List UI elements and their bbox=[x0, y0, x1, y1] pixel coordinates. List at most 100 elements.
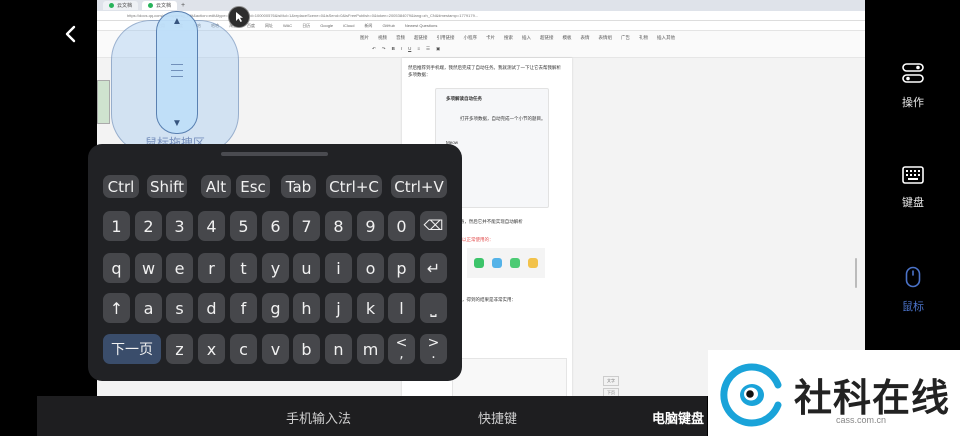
key-tab[interactable]: Tab bbox=[281, 175, 316, 198]
scroll-down-arrow-icon[interactable]: ▼ bbox=[157, 118, 197, 129]
key-g[interactable]: g bbox=[262, 293, 289, 323]
bookmark-item[interactable]: 日历 bbox=[302, 23, 310, 29]
tab-phone-input[interactable]: 手机输入法 bbox=[286, 408, 351, 427]
mouse-drag-area[interactable]: 鼠标拖拽区 ▲ ▼ bbox=[111, 11, 239, 154]
doc-scrollbar[interactable] bbox=[855, 258, 857, 288]
bookmark-item[interactable]: Google bbox=[320, 23, 333, 28]
doc-menu-item[interactable]: 插入 bbox=[522, 35, 531, 41]
browser-tab[interactable]: 云文档 bbox=[103, 1, 139, 10]
key-5[interactable]: 5 bbox=[230, 211, 257, 241]
doc-menu-item[interactable]: 视频 bbox=[378, 35, 387, 41]
scroll-wheel-control[interactable]: ▲ ▼ bbox=[156, 11, 198, 134]
bookmark-item[interactable]: GitHub bbox=[382, 23, 394, 28]
key-o[interactable]: o bbox=[357, 253, 384, 283]
key-c[interactable]: c bbox=[230, 334, 257, 364]
scroll-up-arrow-icon[interactable]: ▲ bbox=[157, 16, 197, 27]
key-t[interactable]: t bbox=[230, 253, 257, 283]
key-e[interactable]: e bbox=[166, 253, 193, 283]
tab-pc-keyboard[interactable]: 电脑键盘 bbox=[652, 408, 704, 427]
bookmark-item[interactable]: Newest Questions bbox=[405, 23, 437, 28]
doc-menu-item[interactable]: 表情组 bbox=[599, 35, 613, 41]
doc-menu-item[interactable]: 表情 bbox=[581, 35, 590, 41]
back-button[interactable] bbox=[58, 22, 82, 46]
align-icon[interactable]: ≡ bbox=[417, 46, 420, 52]
key-v[interactable]: v bbox=[262, 334, 289, 364]
italic-icon[interactable]: I bbox=[401, 46, 402, 52]
doc-menu-item[interactable]: 模板 bbox=[563, 35, 572, 41]
underline-icon[interactable]: U bbox=[408, 46, 411, 52]
key-ctrl-plus-c[interactable]: Ctrl+C bbox=[326, 175, 382, 198]
key-i[interactable]: i bbox=[325, 253, 352, 283]
key-w[interactable]: w bbox=[135, 253, 162, 283]
key-shift[interactable]: Shift bbox=[147, 175, 187, 198]
bookmark-item[interactable]: WAC bbox=[283, 23, 292, 28]
key-8[interactable]: 8 bbox=[325, 211, 352, 241]
key-y[interactable]: y bbox=[262, 253, 289, 283]
period-key[interactable]: > . bbox=[420, 334, 447, 364]
doc-menu-item[interactable]: 搜索 bbox=[504, 35, 513, 41]
list-icon[interactable]: ☰ bbox=[426, 46, 430, 52]
key-1[interactable]: 1 bbox=[103, 211, 130, 241]
key-z[interactable]: z bbox=[166, 334, 193, 364]
key-p[interactable]: p bbox=[388, 253, 415, 283]
key-s[interactable]: s bbox=[166, 293, 193, 323]
key-r[interactable]: r bbox=[198, 253, 225, 283]
key-j[interactable]: j bbox=[325, 293, 352, 323]
key-q[interactable]: q bbox=[103, 253, 130, 283]
key-b[interactable]: b bbox=[293, 334, 320, 364]
key-9[interactable]: 9 bbox=[357, 211, 384, 241]
key-l[interactable]: l bbox=[388, 293, 415, 323]
key-esc[interactable]: Esc bbox=[236, 175, 270, 198]
enter-key[interactable]: ↵ bbox=[420, 253, 447, 283]
side-item-operation[interactable]: 操作 bbox=[866, 62, 960, 110]
doc-menu-item[interactable]: 引用链接 bbox=[437, 35, 455, 41]
doc-menu-item[interactable]: 超链接 bbox=[414, 35, 428, 41]
bookmark-item[interactable]: 新闻 bbox=[364, 23, 372, 29]
next-page-key[interactable]: 下一页 bbox=[103, 334, 161, 364]
key-6[interactable]: 6 bbox=[262, 211, 289, 241]
doc-menu-item[interactable]: 插入其他 bbox=[657, 35, 675, 41]
side-item-keyboard[interactable]: 键盘 bbox=[866, 166, 960, 210]
key-n[interactable]: n bbox=[325, 334, 352, 364]
side-item-mouse[interactable]: 鼠标 bbox=[866, 266, 960, 314]
key-f[interactable]: f bbox=[230, 293, 257, 323]
doc-menu-item[interactable]: 礼物 bbox=[639, 35, 648, 41]
new-tab-icon[interactable]: + bbox=[181, 2, 185, 9]
bookmark-item[interactable]: iCloud bbox=[343, 23, 354, 28]
doc-menu-item[interactable]: 卡片 bbox=[486, 35, 495, 41]
doc-menu-item[interactable]: 广告 bbox=[621, 35, 630, 41]
doc-menu-item[interactable]: 小程序 bbox=[464, 35, 478, 41]
comma-key[interactable]: < , bbox=[388, 334, 415, 364]
bookmark-item[interactable]: 网址 bbox=[265, 23, 273, 29]
image-icon[interactable]: ▣ bbox=[436, 46, 440, 52]
key-2[interactable]: 2 bbox=[135, 211, 162, 241]
shift-key[interactable]: ↑ bbox=[103, 293, 130, 323]
key-ctrl[interactable]: Ctrl bbox=[103, 175, 139, 198]
key-ctrl-plus-v[interactable]: Ctrl+V bbox=[391, 175, 447, 198]
key-3[interactable]: 3 bbox=[166, 211, 193, 241]
space-key[interactable]: ⎵ bbox=[420, 293, 447, 323]
doc-menu-item[interactable]: 超链接 bbox=[540, 35, 554, 41]
address-bar[interactable]: https://docs.qq.com/doc/appmsg_edit&acti… bbox=[97, 11, 865, 21]
key-h[interactable]: h bbox=[293, 293, 320, 323]
bookmark-item[interactable]: 百度 bbox=[247, 23, 255, 29]
key-4[interactable]: 4 bbox=[198, 211, 225, 241]
key-0[interactable]: 0 bbox=[388, 211, 415, 241]
browser-tab-active[interactable]: 云文档 bbox=[142, 1, 178, 10]
redo-icon[interactable]: ↷ bbox=[382, 46, 386, 52]
key-7[interactable]: 7 bbox=[293, 211, 320, 241]
doc-menu-item[interactable]: 音频 bbox=[396, 35, 405, 41]
bold-icon[interactable]: B bbox=[392, 46, 395, 52]
tab-shortcuts[interactable]: 快捷键 bbox=[478, 408, 517, 427]
key-x[interactable]: x bbox=[198, 334, 225, 364]
key-m[interactable]: m bbox=[357, 334, 384, 364]
backspace-key[interactable]: ⌫ bbox=[420, 211, 447, 241]
key-alt[interactable]: Alt bbox=[201, 175, 231, 198]
doc-menu-item[interactable]: 图片 bbox=[360, 35, 369, 41]
undo-icon[interactable]: ↶ bbox=[372, 46, 376, 52]
key-u[interactable]: u bbox=[293, 253, 320, 283]
keyboard-drag-handle[interactable] bbox=[221, 152, 328, 156]
key-d[interactable]: d bbox=[198, 293, 225, 323]
key-k[interactable]: k bbox=[357, 293, 384, 323]
key-a[interactable]: a bbox=[135, 293, 162, 323]
